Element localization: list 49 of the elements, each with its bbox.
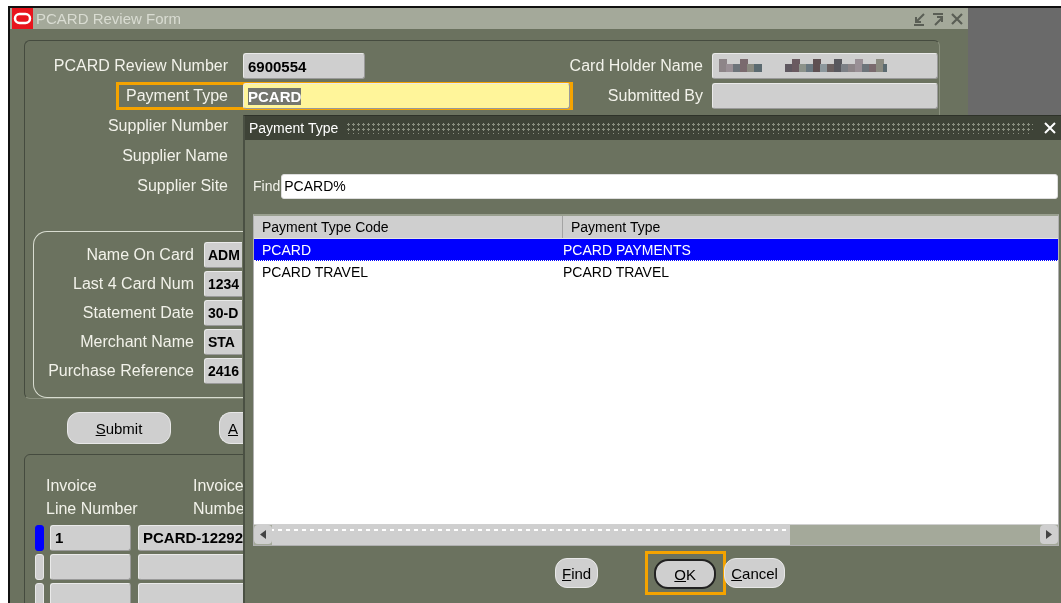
text-field[interactable] — [50, 582, 131, 603]
column-header[interactable]: Payment Type Code — [254, 216, 563, 238]
text-field[interactable] — [712, 83, 938, 109]
window-title: PCARD Review Form — [36, 10, 183, 27]
list-row[interactable]: PCARD PCARD PAYMENTS — [254, 239, 1058, 261]
column-header: Invoice Line Number — [46, 476, 139, 519]
field-label: Statement Date — [81, 303, 194, 322]
dialog-title: Payment Type — [249, 120, 339, 136]
find-field[interactable]: PCARD% — [281, 173, 1058, 199]
button[interactable]: Cancel — [724, 558, 785, 588]
maximize-icon[interactable] — [931, 11, 945, 26]
button[interactable]: A — [219, 412, 243, 444]
submit-button[interactable]: Submit — [67, 412, 171, 444]
text-field[interactable] — [712, 53, 938, 79]
button[interactable]: Find — [555, 558, 599, 588]
minimize-icon[interactable] — [912, 11, 926, 26]
find-label: Find — [253, 178, 281, 194]
app-logo-icon — [12, 8, 33, 29]
text-field[interactable] — [50, 553, 131, 580]
scroll-thumb[interactable] — [272, 525, 790, 545]
scroll-left-icon[interactable] — [254, 525, 272, 544]
field-label: PCARD Review Number — [52, 57, 228, 75]
field-label: Merchant Name — [79, 332, 194, 351]
text-field[interactable]: ADM — [204, 241, 242, 268]
text-field[interactable]: 2416 — [204, 357, 242, 384]
text-field[interactable]: PCARD-12292 — [138, 524, 243, 551]
column-header: Invoice Numbe — [193, 476, 245, 519]
text-field[interactable]: PCARD — [243, 83, 570, 109]
column-header[interactable]: Payment Type — [563, 216, 661, 238]
horizontal-scrollbar[interactable] — [254, 524, 1058, 545]
scroll-right-icon[interactable] — [1040, 525, 1058, 544]
text-field[interactable]: STA — [204, 328, 242, 355]
field-label: Supplier Site — [136, 177, 228, 195]
field-label: Last 4 Card Num — [72, 274, 194, 293]
text-field[interactable]: 30-D — [204, 299, 242, 326]
text-field[interactable]: 6900554 — [243, 53, 365, 79]
field-label: Payment Type — [125, 87, 228, 105]
field-label: Supplier Number — [106, 117, 228, 135]
field-label: Submitted By — [607, 87, 703, 105]
button[interactable]: OK — [654, 559, 717, 589]
list-row[interactable]: PCARD TRAVEL PCARD TRAVEL — [254, 261, 1058, 283]
field-label: Name On Card — [85, 245, 194, 264]
text-field[interactable] — [138, 553, 243, 580]
text-field[interactable]: 1234 — [204, 270, 242, 297]
field-label: Supplier Name — [121, 147, 228, 165]
field-label: Purchase Reference — [47, 361, 194, 380]
field-label: Card Holder Name — [569, 57, 703, 75]
text-field[interactable] — [138, 582, 243, 603]
text-field[interactable]: 1 — [50, 524, 131, 551]
